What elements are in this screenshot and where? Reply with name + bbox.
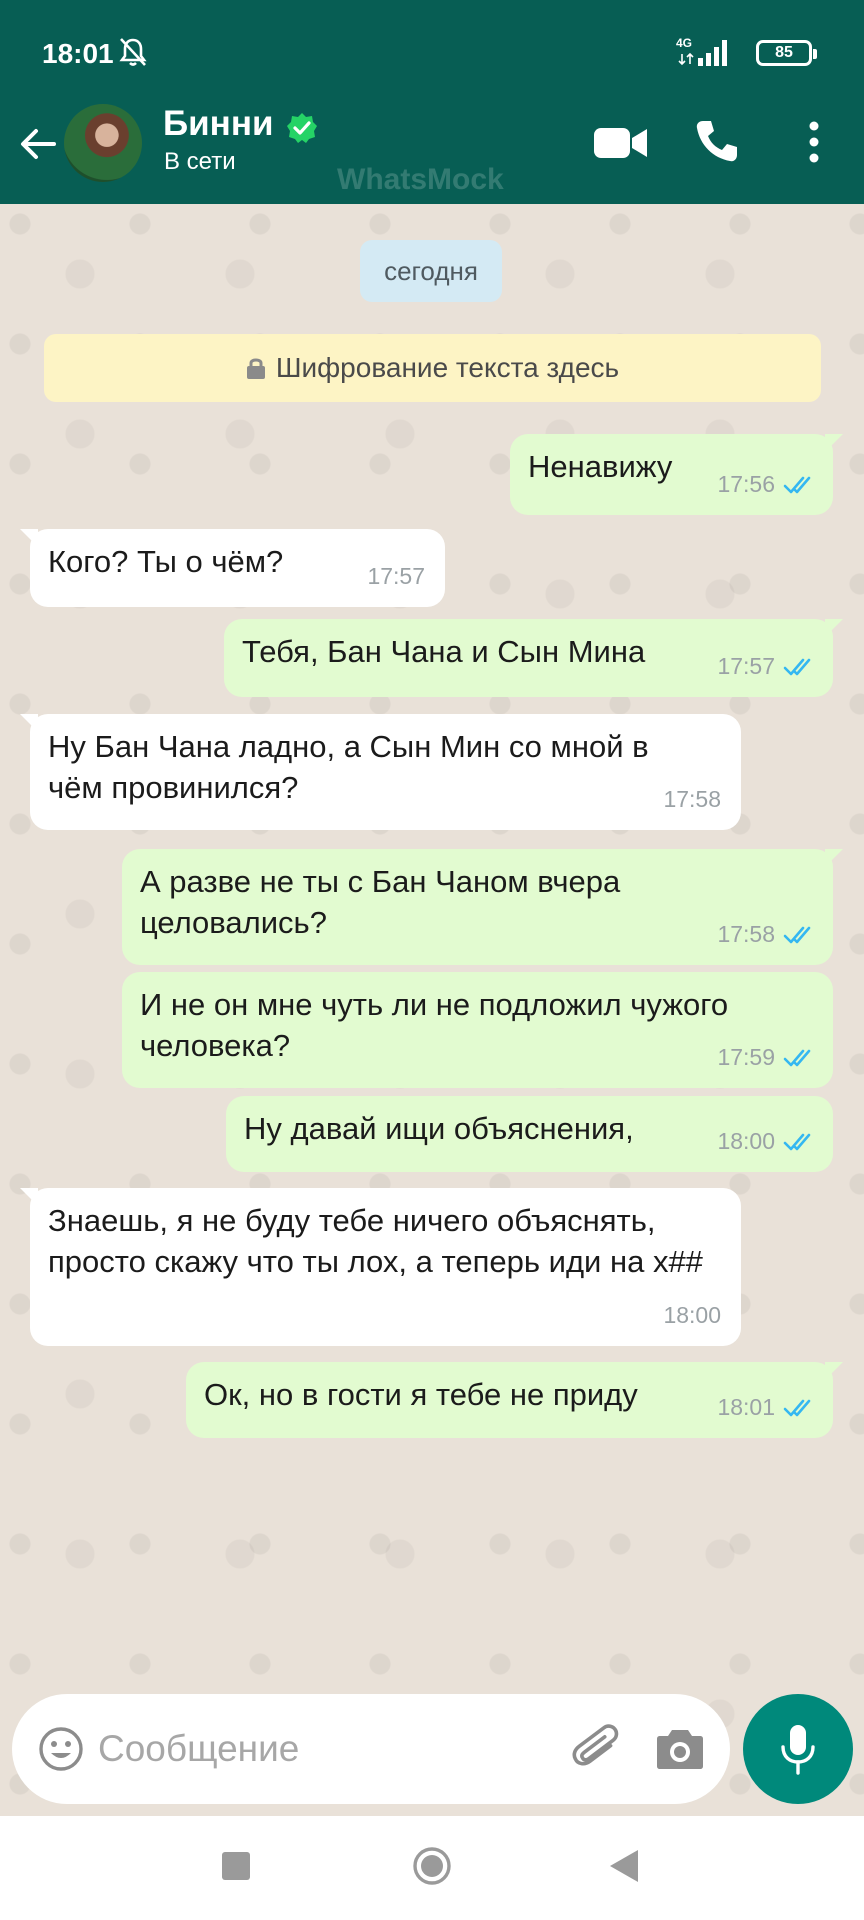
contact-name[interactable]: Бинни (163, 104, 273, 144)
back-arrow-icon[interactable] (18, 124, 58, 164)
message-time: 17:59 (717, 1044, 775, 1070)
read-receipt-icon (783, 1049, 811, 1066)
message-bubble-incoming[interactable]: Кого? Ты о чём? 17:57 (20, 529, 445, 607)
phone-call-icon[interactable] (694, 118, 740, 164)
battery-icon: 85 (756, 40, 817, 66)
message-time: 17:58 (663, 786, 721, 812)
emoji-icon[interactable] (38, 1726, 84, 1772)
message-bubble-incoming[interactable]: Знаешь, я не буду тебе ничего объяснять,… (20, 1188, 741, 1346)
message-time: 18:01 (717, 1394, 775, 1420)
app-watermark: WhatsMock (337, 163, 504, 196)
status-time: 18:01 (42, 38, 114, 69)
message-meta: 18:00 (663, 1295, 721, 1336)
read-receipt-icon (783, 1399, 811, 1416)
contact-avatar[interactable] (64, 104, 142, 182)
message-time: 18:00 (717, 1128, 775, 1154)
message-bubble-outgoing[interactable]: Тебя, Бан Чана и Сын Мина 17:57 (224, 619, 843, 697)
read-receipt-icon (783, 476, 811, 493)
message-meta: 17:59 (717, 1037, 817, 1078)
message-text: Ну Бан Чана ладно, а Сын Мин со мной в ч… (48, 729, 649, 805)
app-header: 18:01 4G 85 Бинни В сети WhatsMock (0, 0, 864, 204)
notifications-off-icon (119, 38, 147, 66)
message-meta: 17:58 (663, 779, 721, 820)
attach-icon[interactable] (572, 1722, 624, 1776)
message-meta: 17:56 (717, 464, 817, 505)
message-bubble-outgoing[interactable]: И не он мне чуть ли не подложил чужого ч… (122, 972, 833, 1088)
message-bubble-incoming[interactable]: Ну Бан Чана ладно, а Сын Мин со мной в ч… (20, 714, 741, 830)
message-meta: 18:01 (717, 1387, 817, 1428)
date-chip: сегодня (360, 240, 502, 302)
contact-status: В сети (164, 148, 236, 175)
voice-message-button[interactable] (743, 1694, 853, 1804)
encryption-text: Шифрование текста здесь (275, 352, 620, 383)
message-composer (12, 1694, 730, 1804)
back-icon[interactable] (608, 1848, 640, 1884)
message-time: 17:56 (717, 471, 775, 497)
message-meta: 17:57 (717, 646, 817, 687)
recent-apps-icon[interactable] (222, 1852, 250, 1880)
signal-icon: 4G (676, 36, 734, 68)
read-receipt-icon (783, 658, 811, 675)
message-input[interactable] (98, 1718, 558, 1780)
message-time: 17:58 (717, 921, 775, 947)
encryption-notice[interactable]: Шифрование текста здесь (44, 334, 821, 402)
message-meta: 18:00 (717, 1121, 817, 1162)
message-time: 17:57 (717, 653, 775, 679)
message-time: 18:00 (663, 1302, 721, 1328)
message-text: Знаешь, я не буду тебе ничего объяснять,… (48, 1203, 703, 1279)
read-receipt-icon (783, 926, 811, 943)
lock-icon (246, 358, 265, 379)
camera-icon[interactable] (656, 1726, 704, 1770)
status-bar: 18:01 4G 85 (0, 0, 864, 104)
chat-area[interactable]: сегодня Шифрование текста здесь Ненавижу… (0, 204, 864, 1816)
message-bubble-outgoing[interactable]: Ну давай ищи объяснения, 18:00 (226, 1096, 833, 1172)
message-bubble-outgoing[interactable]: Ненавижу 17:56 (510, 434, 843, 515)
read-receipt-icon (783, 1133, 811, 1150)
verified-badge-icon (287, 113, 317, 143)
more-options-icon[interactable] (804, 120, 824, 164)
message-time: 17:57 (367, 563, 425, 589)
microphone-icon (781, 1725, 815, 1775)
message-meta: 17:58 (717, 914, 817, 955)
message-bubble-outgoing[interactable]: Ок, но в гости я тебе не приду 18:01 (186, 1362, 843, 1438)
system-navigation-bar (0, 1816, 864, 1920)
message-bubble-outgoing[interactable]: А разве не ты с Бан Чаном вчера целовали… (122, 849, 843, 965)
home-icon[interactable] (412, 1846, 452, 1886)
video-call-icon[interactable] (594, 124, 648, 162)
message-meta: 17:57 (367, 556, 425, 597)
message-text: А разве не ты с Бан Чаном вчера целовали… (140, 864, 621, 940)
